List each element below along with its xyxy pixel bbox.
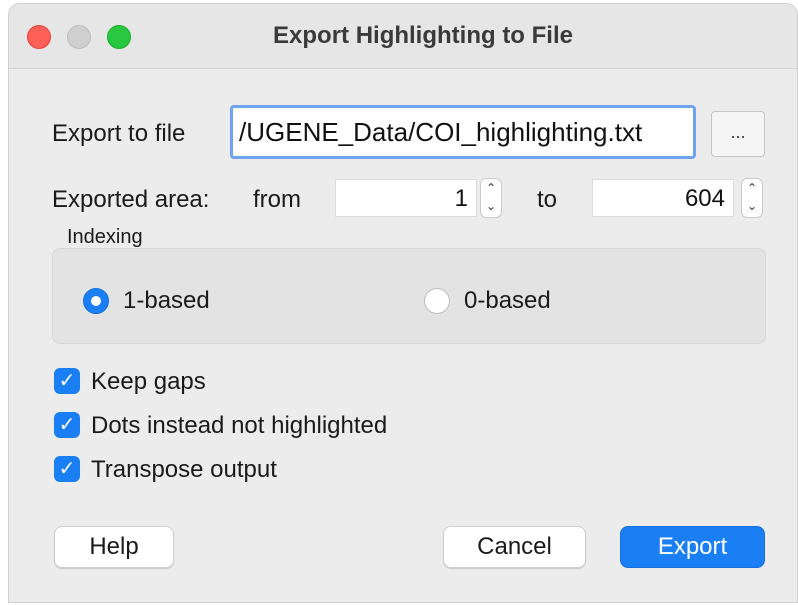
- dots-instead-label[interactable]: Dots instead not highlighted: [91, 412, 387, 440]
- transpose-output-checkbox[interactable]: ✓: [54, 456, 80, 482]
- dialog-title: Export Highlighting to File: [273, 22, 573, 49]
- to-stepper[interactable]: ⌃ ⌄: [741, 178, 763, 218]
- to-label: to: [537, 186, 558, 213]
- from-stepper[interactable]: ⌃ ⌄: [480, 178, 502, 218]
- export-button[interactable]: Export: [620, 526, 765, 568]
- chevron-down-icon[interactable]: ⌄: [742, 197, 762, 215]
- indexing-groupbox: 1-based 0-based: [52, 248, 766, 344]
- chevron-down-icon[interactable]: ⌄: [481, 197, 501, 215]
- radio-1-based-label[interactable]: 1-based: [123, 287, 210, 315]
- chevron-up-icon[interactable]: ⌃: [742, 179, 762, 197]
- transpose-output-label[interactable]: Transpose output: [91, 456, 277, 484]
- radio-1-based[interactable]: [83, 288, 109, 314]
- radio-0-based-label[interactable]: 0-based: [464, 287, 551, 315]
- chevron-up-icon[interactable]: ⌃: [481, 179, 501, 197]
- export-dialog: Export Highlighting to File Export to fi…: [8, 3, 798, 603]
- export-file-label: Export to file: [52, 120, 186, 147]
- exported-area-label: Exported area:: [52, 186, 210, 213]
- export-file-input[interactable]: /UGENE_Data/COI_highlighting.txt: [230, 105, 696, 159]
- to-spinbox[interactable]: 604: [592, 179, 734, 217]
- browse-button[interactable]: ...: [711, 111, 765, 157]
- title-bar: Export Highlighting to File: [9, 4, 797, 69]
- indexing-group-label: Indexing: [67, 226, 143, 248]
- keep-gaps-checkbox[interactable]: ✓: [54, 368, 80, 394]
- dots-instead-checkbox[interactable]: ✓: [54, 412, 80, 438]
- keep-gaps-label[interactable]: Keep gaps: [91, 368, 206, 396]
- from-label: from: [253, 186, 301, 213]
- radio-0-based[interactable]: [424, 288, 450, 314]
- from-spinbox[interactable]: 1: [335, 179, 477, 217]
- cancel-button[interactable]: Cancel: [443, 526, 586, 568]
- help-button[interactable]: Help: [54, 526, 174, 568]
